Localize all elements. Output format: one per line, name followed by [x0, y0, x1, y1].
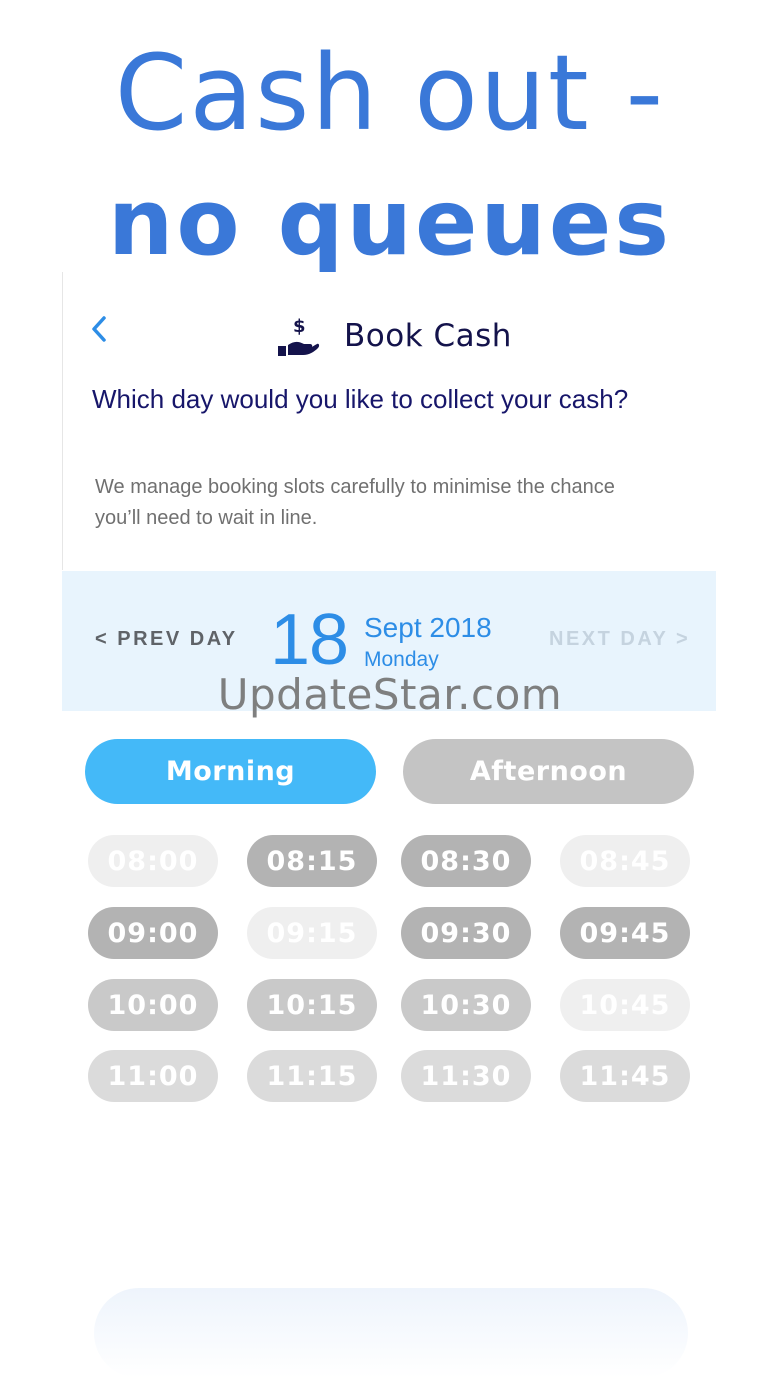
time-slot-1130[interactable]: 11:30 [401, 1050, 531, 1102]
nav-title-bar: $ Book Cash [276, 306, 512, 366]
time-slot-0845[interactable]: 08:45 [560, 835, 690, 887]
morning-toggle-button[interactable]: Morning [85, 739, 376, 804]
selected-weekday: Monday [364, 648, 439, 671]
time-slot-1115[interactable]: 11:15 [247, 1050, 377, 1102]
time-slot-0915[interactable]: 09:15 [247, 907, 377, 959]
time-slot-0930[interactable]: 09:30 [401, 907, 531, 959]
hand-dollar-icon: $ [278, 316, 320, 356]
time-slot-0900[interactable]: 09:00 [88, 907, 218, 959]
headline-line-2: no queues [107, 169, 673, 276]
page-title: Book Cash [344, 318, 512, 354]
time-slot-0830[interactable]: 08:30 [401, 835, 531, 887]
time-slot-1100[interactable]: 11:00 [88, 1050, 218, 1102]
screen-edge [62, 272, 63, 570]
time-slot-0800[interactable]: 08:00 [88, 835, 218, 887]
chevron-left-icon[interactable] [88, 314, 112, 346]
question-subtext: We manage booking slots carefully to min… [95, 476, 615, 529]
headline-line-1: Cash out - [114, 32, 666, 154]
selected-day-number: 18 [270, 600, 349, 680]
next-day-button[interactable]: NEXT DAY > [549, 628, 690, 651]
time-slot-1030[interactable]: 10:30 [401, 979, 531, 1031]
continue-button-faded[interactable] [94, 1288, 688, 1378]
app-screen [62, 272, 716, 1387]
time-slot-1000[interactable]: 10:00 [88, 979, 218, 1031]
time-slot-1015[interactable]: 10:15 [247, 979, 377, 1031]
time-slot-1145[interactable]: 11:45 [560, 1050, 690, 1102]
afternoon-toggle-button[interactable]: Afternoon [403, 739, 694, 804]
watermark: UpdateStar.com [217, 670, 563, 719]
time-slot-0945[interactable]: 09:45 [560, 907, 690, 959]
time-slot-0815[interactable]: 08:15 [247, 835, 377, 887]
prev-day-button[interactable]: < PREV DAY [95, 628, 238, 651]
selected-month-year: Sept 2018 [364, 612, 492, 643]
question-heading: Which day would you like to collect your… [92, 384, 629, 414]
time-slot-1045[interactable]: 10:45 [560, 979, 690, 1031]
svg-text:$: $ [293, 316, 306, 337]
